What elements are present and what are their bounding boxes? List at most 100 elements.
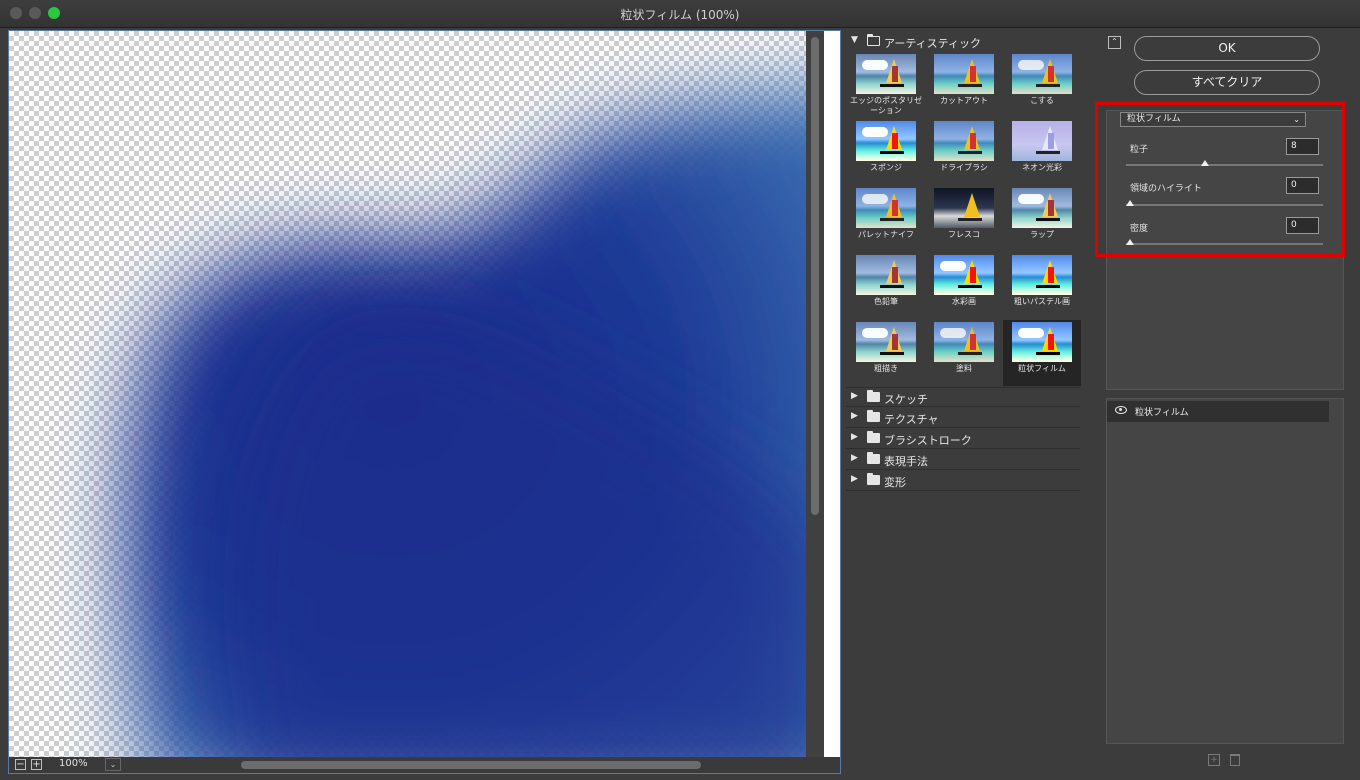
filter-label: こする [1030,96,1054,105]
effect-layers-box: 粒状フィルム [1106,398,1344,744]
filter-select[interactable]: 粒状フィルム ⌄ [1120,112,1306,127]
filter-label: 塗料 [956,364,972,373]
category-artistic[interactable]: ▼ アーティスティック [846,32,1080,52]
filter-label: スポンジ [870,163,902,172]
filter-preview-image [856,54,916,94]
filter-preview-image [934,121,994,161]
delete-effect-layer-icon[interactable] [1230,754,1240,766]
filter-thumb-cutout[interactable]: カットアウト [925,52,1003,118]
filter-thumb-paint-daubs[interactable]: 塗料 [925,320,1003,386]
highlight-area-label: 領域のハイライト [1130,184,1202,194]
grain-label: 粒子 [1130,145,1149,155]
filter-thumb-neon-glow[interactable]: ネオン光彩 [1003,119,1081,185]
filter-label: 色鉛筆 [874,297,898,306]
collapsed-arrow-icon: ▶ [851,432,858,442]
folder-icon [867,473,880,485]
filter-thumb-smudge[interactable]: こする [1003,52,1081,118]
zoom-out-button[interactable]: − [15,759,26,770]
folder-open-icon [867,34,880,46]
highlight-area-slider-knob[interactable] [1125,200,1134,206]
clear-all-button[interactable]: すべてクリア [1134,70,1320,95]
filter-label: 粗描き [874,364,898,373]
filter-label: カットアウト [940,96,988,105]
filter-label: 粒状フィルム [1018,364,1066,373]
filter-preview-image [856,322,916,362]
intensity-input[interactable]: 0 [1286,217,1319,234]
category-distort[interactable]: ▶ 変形 [846,471,1080,491]
collapsed-arrow-icon: ▶ [851,391,858,401]
intensity-slider[interactable] [1125,239,1323,245]
grain-slider[interactable] [1126,160,1323,166]
filter-preview-image [934,54,994,94]
filter-thumb-sponge[interactable]: スポンジ [847,119,925,185]
folder-icon [867,431,880,443]
filter-label: フレスコ [948,230,980,239]
filter-preview-image [1012,121,1072,161]
preview-status-bar: − + 100% ⌄ [9,757,840,773]
folder-icon [867,410,880,422]
eye-icon[interactable] [1115,406,1127,414]
effect-layer-row[interactable]: 粒状フィルム [1107,401,1329,422]
filter-preview-image [1012,188,1072,228]
new-effect-layer-icon[interactable]: + [1208,754,1220,766]
zoom-dropdown[interactable]: ⌄ [105,758,121,771]
filter-preview-image [856,188,916,228]
gallery-scrollbar[interactable] [1082,30,1096,774]
intensity-label: 密度 [1130,224,1149,234]
zoom-level: 100% [59,758,88,769]
filter-preview-image [856,121,916,161]
category-brush-strokes[interactable]: ▶ ブラシストローク [846,429,1080,449]
zoom-in-button[interactable]: + [31,759,42,770]
collapse-gallery-icon[interactable]: ⌃ [1108,36,1121,49]
preview-vertical-scrollbar[interactable] [806,31,824,759]
filter-label: ドライブラシ [940,163,988,172]
highlight-area-input[interactable]: 0 [1286,177,1319,194]
category-stylize[interactable]: ▶ 表現手法 [846,450,1080,470]
transparency-checkerboard [9,31,824,759]
filter-preview-image [1012,322,1072,362]
preview-area[interactable]: − + 100% ⌄ [8,30,841,774]
filter-preview-image [934,322,994,362]
expanded-arrow-icon: ▼ [851,35,858,45]
filter-thumb-watercolor[interactable]: 水彩画 [925,253,1003,319]
filter-thumb-film-grain[interactable]: 粒状フィルム [1003,320,1081,386]
settings-panel: ⌃ OK すべてクリア 粒状フィルム ⌄ 粒子 8 領域のハイライト 0 密度 … [1100,30,1360,774]
ok-button[interactable]: OK [1134,36,1320,61]
filter-label: パレットナイフ [858,230,914,239]
window-title: 粒状フィルム (100%) [620,8,740,22]
folder-icon [867,452,880,464]
collapsed-arrow-icon: ▶ [851,474,858,484]
filter-thumb-underpainting[interactable]: 粗描き [847,320,925,386]
filter-gallery: ▼ アーティスティック エッジのポスタリゼーション カットアウト こする スポン… [846,30,1082,774]
filter-label: 粗いパステル画 [1014,297,1070,306]
preview-vertical-scroll-thumb[interactable] [811,37,819,515]
filter-thumb-rough-pastels[interactable]: 粗いパステル画 [1003,253,1081,319]
filter-preview-image [1012,255,1072,295]
title-bar: 粒状フィルム (100%) [0,0,1360,28]
filter-preview-image [856,255,916,295]
filter-thumb-plastic-wrap[interactable]: ラップ [1003,186,1081,252]
filter-label: エッジのポスタリゼーション [850,96,922,115]
collapsed-arrow-icon: ▶ [851,411,858,421]
filter-thumb-colored-pencil[interactable]: 色鉛筆 [847,253,925,319]
effect-layer-name: 粒状フィルム [1135,408,1189,418]
filter-label: ラップ [1030,230,1054,239]
folder-icon [867,390,880,402]
category-sketch[interactable]: ▶ スケッチ [846,387,1080,407]
grain-input[interactable]: 8 [1286,138,1319,155]
preview-image [124,86,824,759]
intensity-slider-knob[interactable] [1125,239,1134,245]
filter-preview-image [934,188,994,228]
filter-thumb-poster-edges[interactable]: エッジのポスタリゼーション [847,52,925,118]
highlight-area-slider[interactable] [1125,200,1323,206]
category-texture[interactable]: ▶ テクスチャ [846,408,1080,428]
filter-thumb-palette-knife[interactable]: パレットナイフ [847,186,925,252]
preview-horizontal-scroll-thumb[interactable] [241,761,701,769]
filter-thumb-fresco[interactable]: フレスコ [925,186,1003,252]
filter-thumb-dry-brush[interactable]: ドライブラシ [925,119,1003,185]
collapsed-arrow-icon: ▶ [851,453,858,463]
grain-slider-knob[interactable] [1200,160,1209,166]
filter-preview-image [934,255,994,295]
filter-label: ネオン光彩 [1022,163,1062,172]
filter-preview-image [1012,54,1072,94]
